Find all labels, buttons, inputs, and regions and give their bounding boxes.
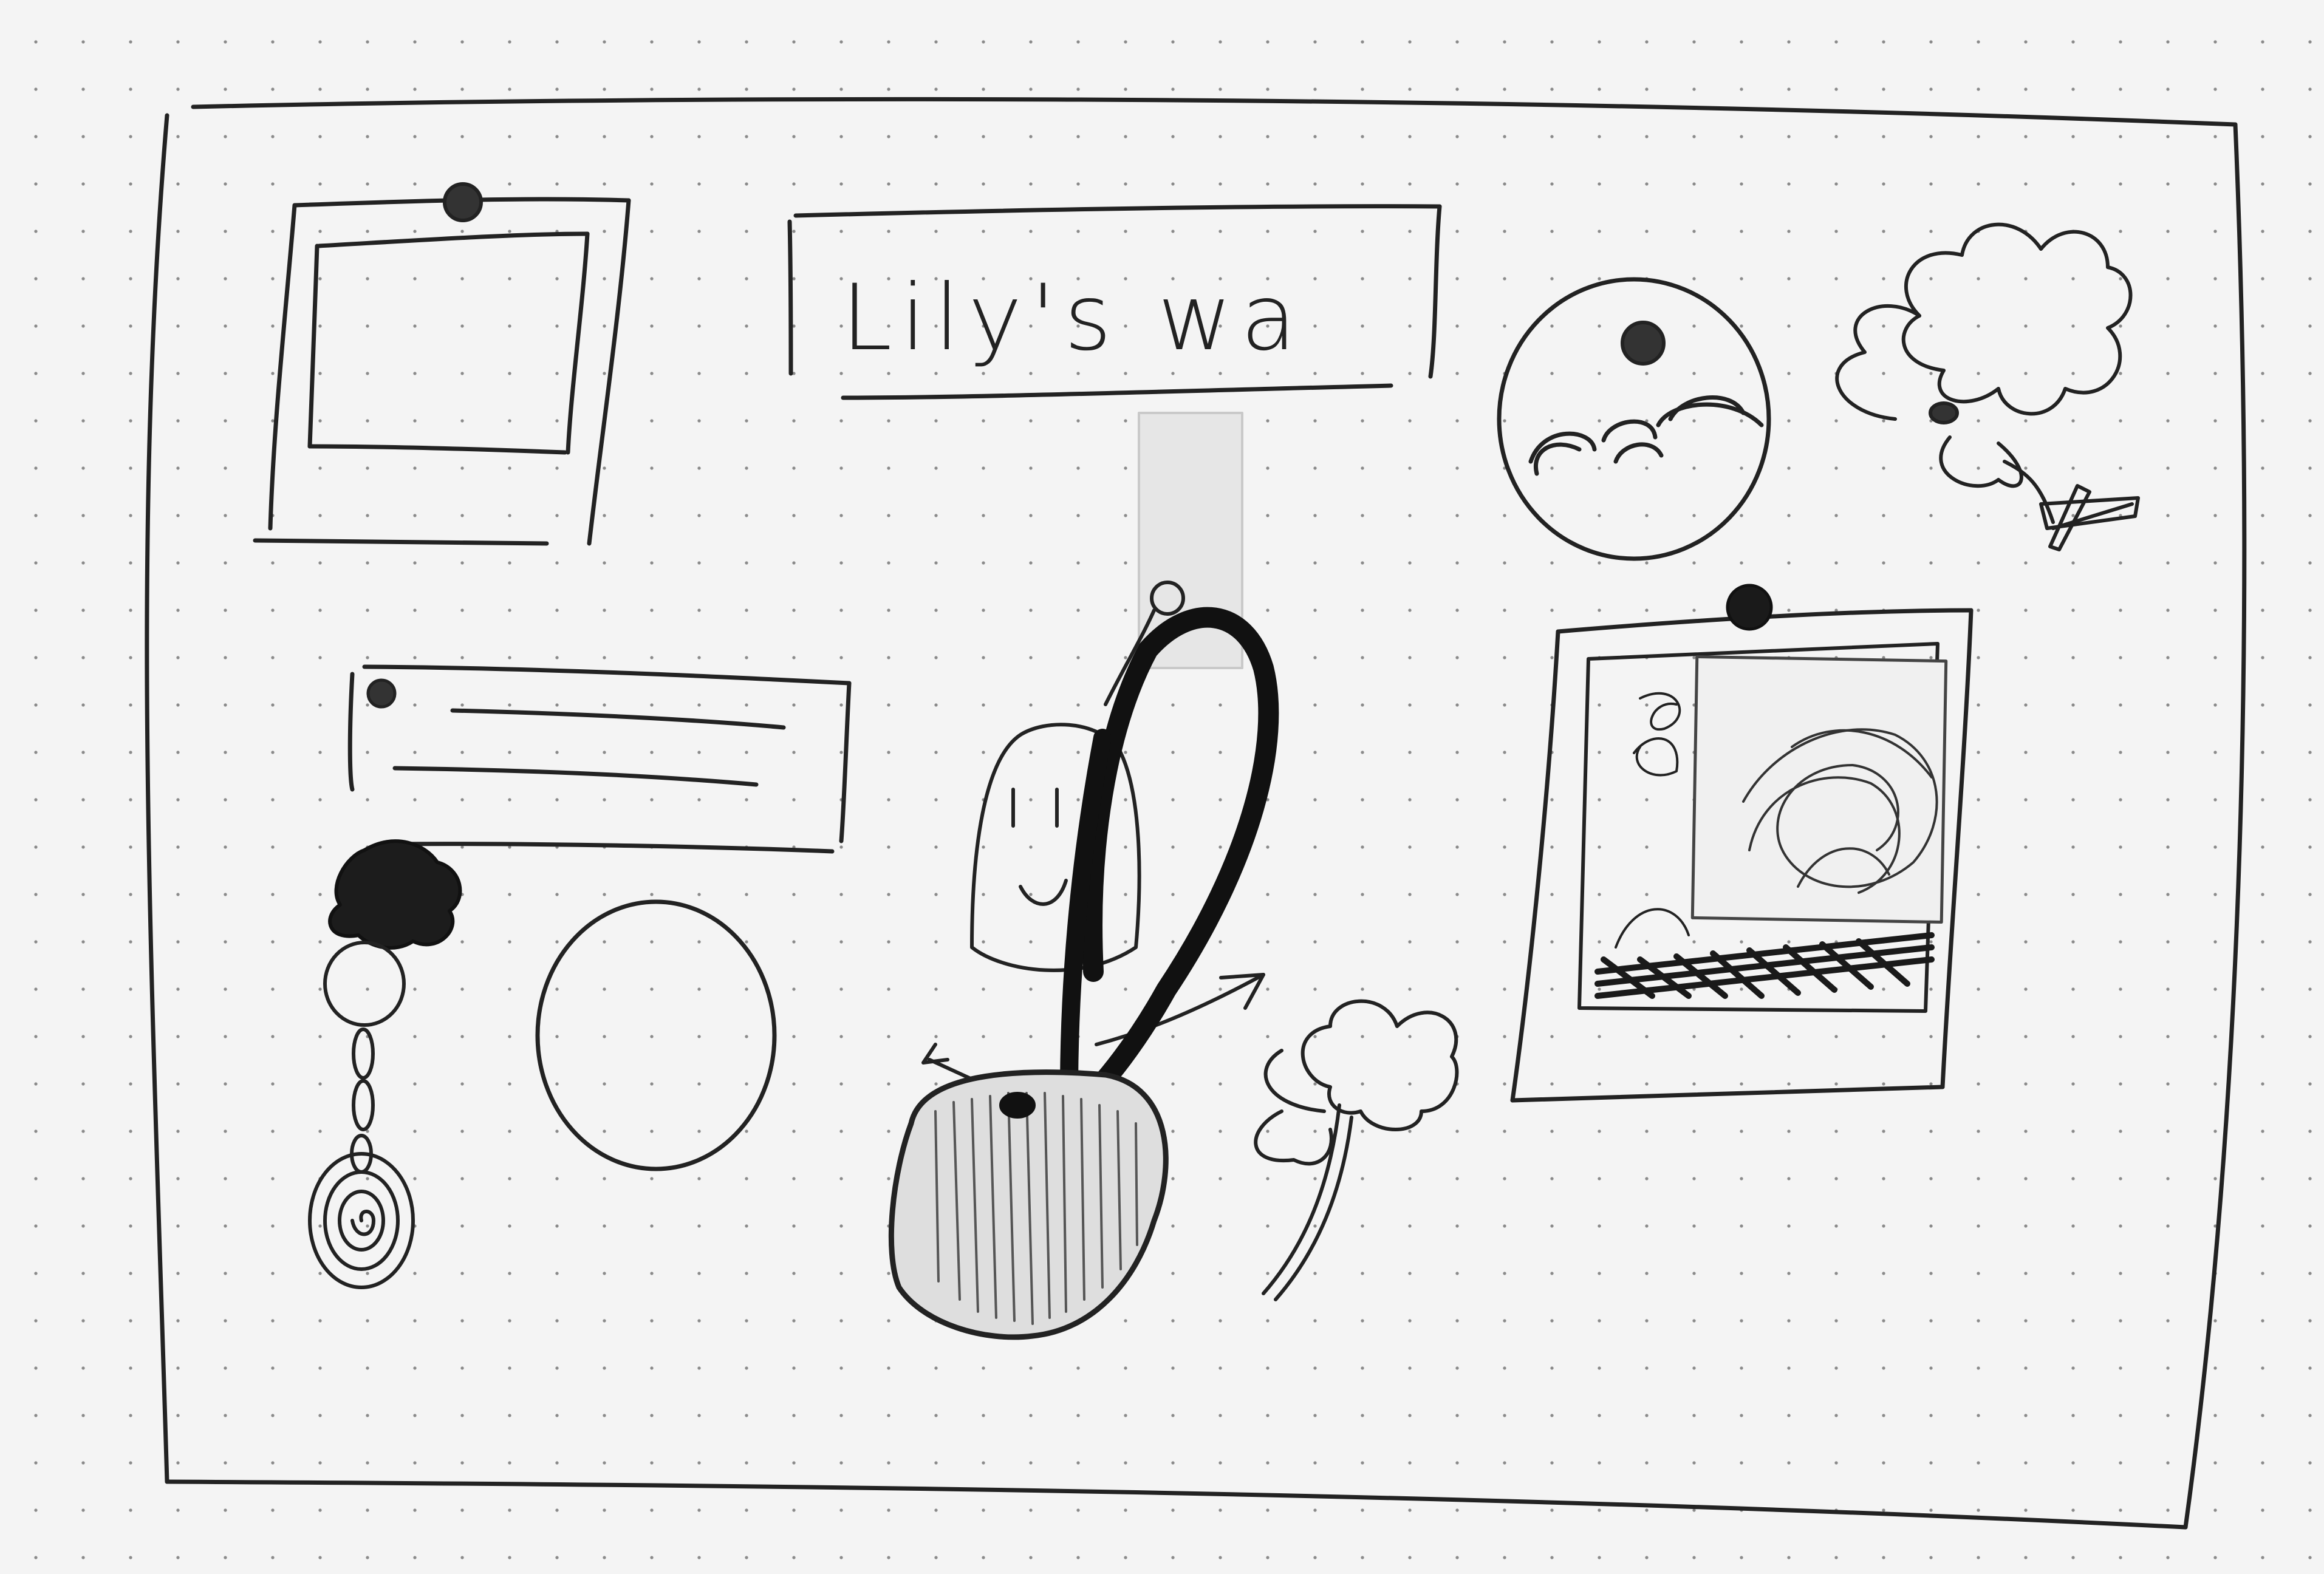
title-banner: Lily's wa [787, 204, 1442, 400]
rope-pendant-icon [888, 412, 1279, 1340]
cloud-circle-icon [1497, 277, 1771, 561]
pin-icon [366, 678, 397, 709]
flower-doodle-icon [1254, 999, 1459, 1301]
pinned-note-card-icon [347, 664, 852, 854]
pin-icon [1726, 584, 1773, 631]
empty-circle-icon [535, 899, 777, 1171]
pin-icon [1621, 321, 1666, 366]
pin-icon [443, 182, 483, 222]
title-text: Lily's wa [841, 265, 1305, 371]
flower-doodle-icon [1835, 222, 2140, 551]
wall-sketch: Lily's wa [145, 97, 2247, 1530]
pinned-photo-frame-icon[interactable] [253, 182, 631, 546]
pin-icon [999, 1092, 1036, 1119]
pinned-photo-stack-icon [1510, 584, 1974, 1103]
yarn-keychain-icon [308, 839, 462, 1289]
